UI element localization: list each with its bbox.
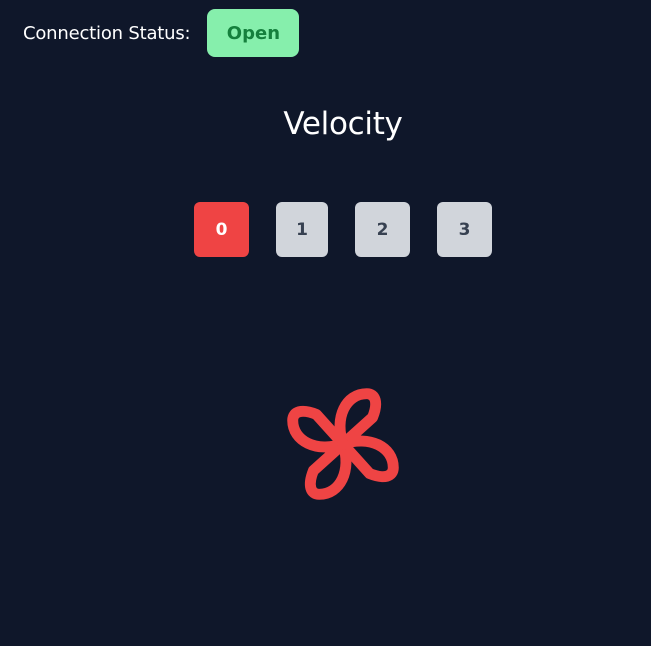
speed-button-2[interactable]: 2 — [355, 202, 410, 257]
fan-icon — [287, 388, 399, 500]
speed-button-1[interactable]: 1 — [276, 202, 328, 257]
speed-button-0[interactable]: 0 — [194, 202, 249, 257]
page: Connection Status: Open Velocity 0 1 2 3 — [0, 0, 651, 646]
page-title: Velocity — [283, 106, 403, 142]
connection-status-label: Connection Status: — [23, 22, 191, 44]
connection-status: Connection Status: Open — [23, 9, 300, 57]
speed-button-3[interactable]: 3 — [437, 202, 492, 257]
status-badge: Open — [207, 9, 300, 57]
